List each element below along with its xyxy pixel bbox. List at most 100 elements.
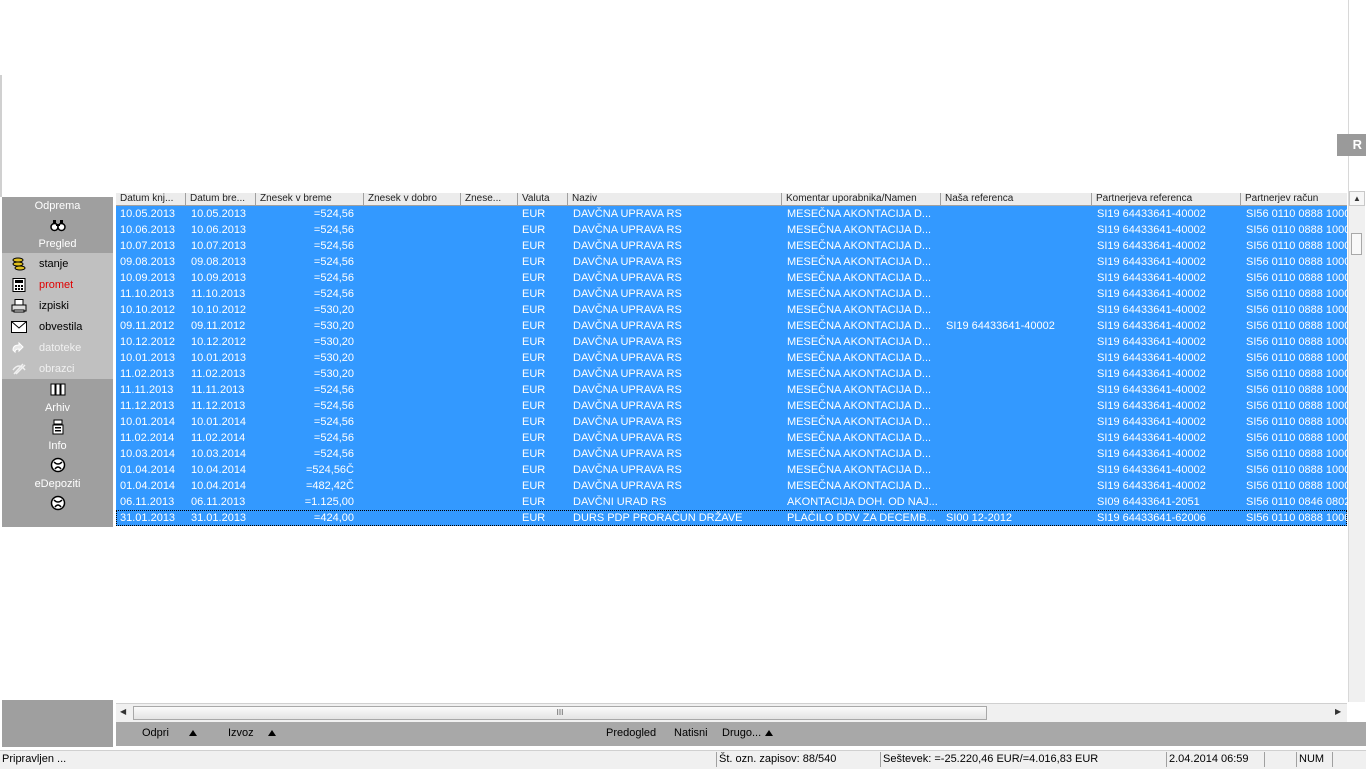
table-row[interactable]: 10.10.2012 10.10.2012 =530,20 EUR DAVČNA UPR… xyxy=(116,302,1347,318)
sidebar-section-arhiv[interactable]: Arhiv xyxy=(2,399,113,417)
table-cell: SI19 64433641-40002 xyxy=(1097,208,1206,220)
column-header[interactable]: Znesek v breme xyxy=(256,193,364,205)
globe-icon[interactable] xyxy=(2,493,113,513)
table-cell: PLAČILO DDV ZA DECEMB... xyxy=(787,512,936,524)
sidebar-item-stanje[interactable]: stanje xyxy=(2,253,113,274)
sidebar-section-info[interactable]: Info xyxy=(2,437,113,455)
sidebar-section-edepoziti[interactable]: eDepoziti xyxy=(2,475,113,493)
bottom-toolbar: Odpri Izvoz Predogled Natisni Drugo... xyxy=(116,722,1366,746)
table-cell: EUR xyxy=(522,304,546,316)
table-cell: EUR xyxy=(522,240,546,252)
table-cell xyxy=(364,430,451,446)
table-cell: =524,56 xyxy=(313,288,354,300)
table-row[interactable]: 11.11.2013 11.11.2013 =524,56 EUR DAVČNA UPR… xyxy=(116,382,1347,398)
status-bar: Pripravljen ... Št. ozn. zapisov: 88/540… xyxy=(0,750,1366,769)
sidebar-item-datoteke[interactable]: datoteke xyxy=(2,337,113,358)
table-cell: 11.02.2013 xyxy=(191,368,246,380)
hscroll-thumb[interactable]: III xyxy=(133,706,987,720)
status-num: NUM xyxy=(1296,752,1332,767)
sidebar-item-obrazci[interactable]: obrazci xyxy=(2,358,113,379)
table-row[interactable]: 01.04.2014 10.04.2014 =524,56Č EUR DAVČNA UP… xyxy=(116,462,1347,478)
table-row[interactable]: 06.11.2013 06.11.2013 =1.125,00 EUR DAVČNI U… xyxy=(116,494,1347,510)
table-cell xyxy=(364,270,451,286)
table-row[interactable]: 11.02.2014 11.02.2014 =524,56 EUR DAVČNA UPR… xyxy=(116,430,1347,446)
horizontal-scrollbar[interactable]: ◀ III ▶ xyxy=(116,703,1347,722)
table-row[interactable]: 31.01.2013 31.01.2013 =424,00 EUR DURS PDP P… xyxy=(116,510,1347,526)
drugo-menu-arrow-icon[interactable] xyxy=(765,730,773,736)
printer-icon xyxy=(10,298,28,313)
table-cell xyxy=(461,318,508,334)
table-row[interactable]: 10.03.2014 10.03.2014 =524,56 EUR DAVČNA UPR… xyxy=(116,446,1347,462)
table-cell: 09.08.2013 xyxy=(120,256,176,268)
table-row[interactable]: 09.08.2013 09.08.2013 =524,56 EUR DAVČNA UPR… xyxy=(116,254,1347,270)
sidebar-section-odprema[interactable]: Odprema xyxy=(2,197,113,215)
table-row[interactable]: 10.01.2013 10.01.2013 =530,20 EUR DAVČNA UPR… xyxy=(116,350,1347,366)
table-row[interactable]: 10.09.2013 10.09.2013 =524,56 EUR DAVČNA UPR… xyxy=(116,270,1347,286)
binoculars-icon[interactable] xyxy=(2,215,113,235)
table-row[interactable]: 01.04.2014 10.04.2014 =482,42Č EUR DAVČNA UP… xyxy=(116,478,1347,494)
table-row[interactable]: 10.01.2014 10.01.2014 =524,56 EUR DAVČNA UPR… xyxy=(116,414,1347,430)
natisni-button[interactable]: Natisni xyxy=(674,727,708,739)
izvoz-menu-arrow-icon[interactable] xyxy=(268,730,276,736)
sidebar-item-label: izpiski xyxy=(39,299,69,312)
odpri-button[interactable]: Odpri xyxy=(142,727,169,739)
table-cell: EUR xyxy=(522,512,546,524)
column-header[interactable]: Datum knj... xyxy=(116,193,186,205)
column-header[interactable]: Znese... xyxy=(461,193,518,205)
column-header[interactable]: Naziv xyxy=(568,193,782,205)
odpri-menu-arrow-icon[interactable] xyxy=(189,730,197,736)
table-cell: =524,56 xyxy=(313,448,354,460)
scroll-thumb[interactable] xyxy=(1351,233,1362,255)
table-cell xyxy=(364,414,451,430)
scroll-right-icon[interactable]: ▶ xyxy=(1335,707,1341,716)
info-icon[interactable] xyxy=(2,417,113,437)
column-header[interactable]: Partnerjeva referenca xyxy=(1092,193,1241,205)
table-cell: 11.02.2014 xyxy=(120,432,175,444)
table-cell xyxy=(946,334,1090,350)
column-header[interactable]: Datum bre... xyxy=(186,193,256,205)
table-row[interactable]: 11.10.2013 11.10.2013 =524,56 EUR DAVČNA UPR… xyxy=(116,286,1347,302)
column-header[interactable]: Znesek v dobro xyxy=(364,193,461,205)
table-cell: =530,20 xyxy=(313,304,354,316)
column-header[interactable]: Naša referenca xyxy=(941,193,1092,205)
table-row[interactable]: 10.07.2013 10.07.2013 =524,56 EUR DAVČNA UPR… xyxy=(116,238,1347,254)
drugo-button[interactable]: Drugo... xyxy=(722,727,761,739)
vertical-scrollbar[interactable]: ▲ xyxy=(1348,191,1365,702)
table-row[interactable]: 10.12.2012 10.12.2012 =530,20 EUR DAVČNA UPR… xyxy=(116,334,1347,350)
table-cell: DAVČNA UPRAVA RS xyxy=(573,384,682,396)
table-row[interactable]: 11.02.2013 11.02.2013 =530,20 EUR DAVČNA UPR… xyxy=(116,366,1347,382)
table-cell: EUR xyxy=(522,400,546,412)
scroll-left-icon[interactable]: ◀ xyxy=(120,707,126,716)
table-cell: MESEČNA AKONTACIJA D... xyxy=(787,256,932,268)
table-cell xyxy=(364,206,451,222)
table-cell: 10.04.2014 xyxy=(191,464,247,476)
table-row[interactable]: 10.06.2013 10.06.2013 =524,56 EUR DAVČNA UPR… xyxy=(116,222,1347,238)
sidebar-item-promet[interactable]: promet xyxy=(2,274,113,295)
table-cell: =524,56 xyxy=(313,272,354,284)
table-row[interactable]: 11.12.2013 11.12.2013 =524,56 EUR DAVČNA UPR… xyxy=(116,398,1347,414)
column-header[interactable]: Partnerjev račun xyxy=(1241,193,1347,205)
table-cell: DAVČNA UPRAVA RS xyxy=(573,464,682,476)
transactions-grid[interactable]: Datum knj... Datum bre... Znesek v breme Zn… xyxy=(116,193,1347,527)
table-row[interactable]: 09.11.2012 09.11.2012 =530,20 EUR DAVČNA UPR… xyxy=(116,318,1347,334)
calculator-icon xyxy=(10,277,28,292)
predogled-button[interactable]: Predogled xyxy=(606,727,656,739)
archive-icon[interactable] xyxy=(2,379,113,399)
partial-button[interactable]: R xyxy=(1337,134,1366,156)
sidebar-item-obvestila[interactable]: obvestila xyxy=(2,316,113,337)
sidebar-item-izpiski[interactable]: izpiski xyxy=(2,295,113,316)
globe-icon[interactable] xyxy=(2,455,113,475)
table-cell xyxy=(461,366,508,382)
izvoz-button[interactable]: Izvoz xyxy=(228,727,254,739)
scroll-up-icon[interactable]: ▲ xyxy=(1349,191,1365,206)
table-cell xyxy=(364,446,451,462)
column-header[interactable]: Komentar uporabnika/Namen xyxy=(782,193,941,205)
column-header[interactable]: Valuta xyxy=(518,193,568,205)
table-row[interactable]: 10.05.2013 10.05.2013 =524,56 EUR DAVČNA UPR… xyxy=(116,206,1347,222)
coins-icon xyxy=(10,257,28,271)
table-cell: DAVČNA UPRAVA RS xyxy=(573,288,682,300)
table-cell: MESEČNA AKONTACIJA D... xyxy=(787,288,932,300)
sidebar-section-pregled[interactable]: Pregled xyxy=(2,235,113,253)
table-cell: SI56 0110 0846 0802 xyxy=(1246,496,1347,508)
table-cell xyxy=(364,238,451,254)
